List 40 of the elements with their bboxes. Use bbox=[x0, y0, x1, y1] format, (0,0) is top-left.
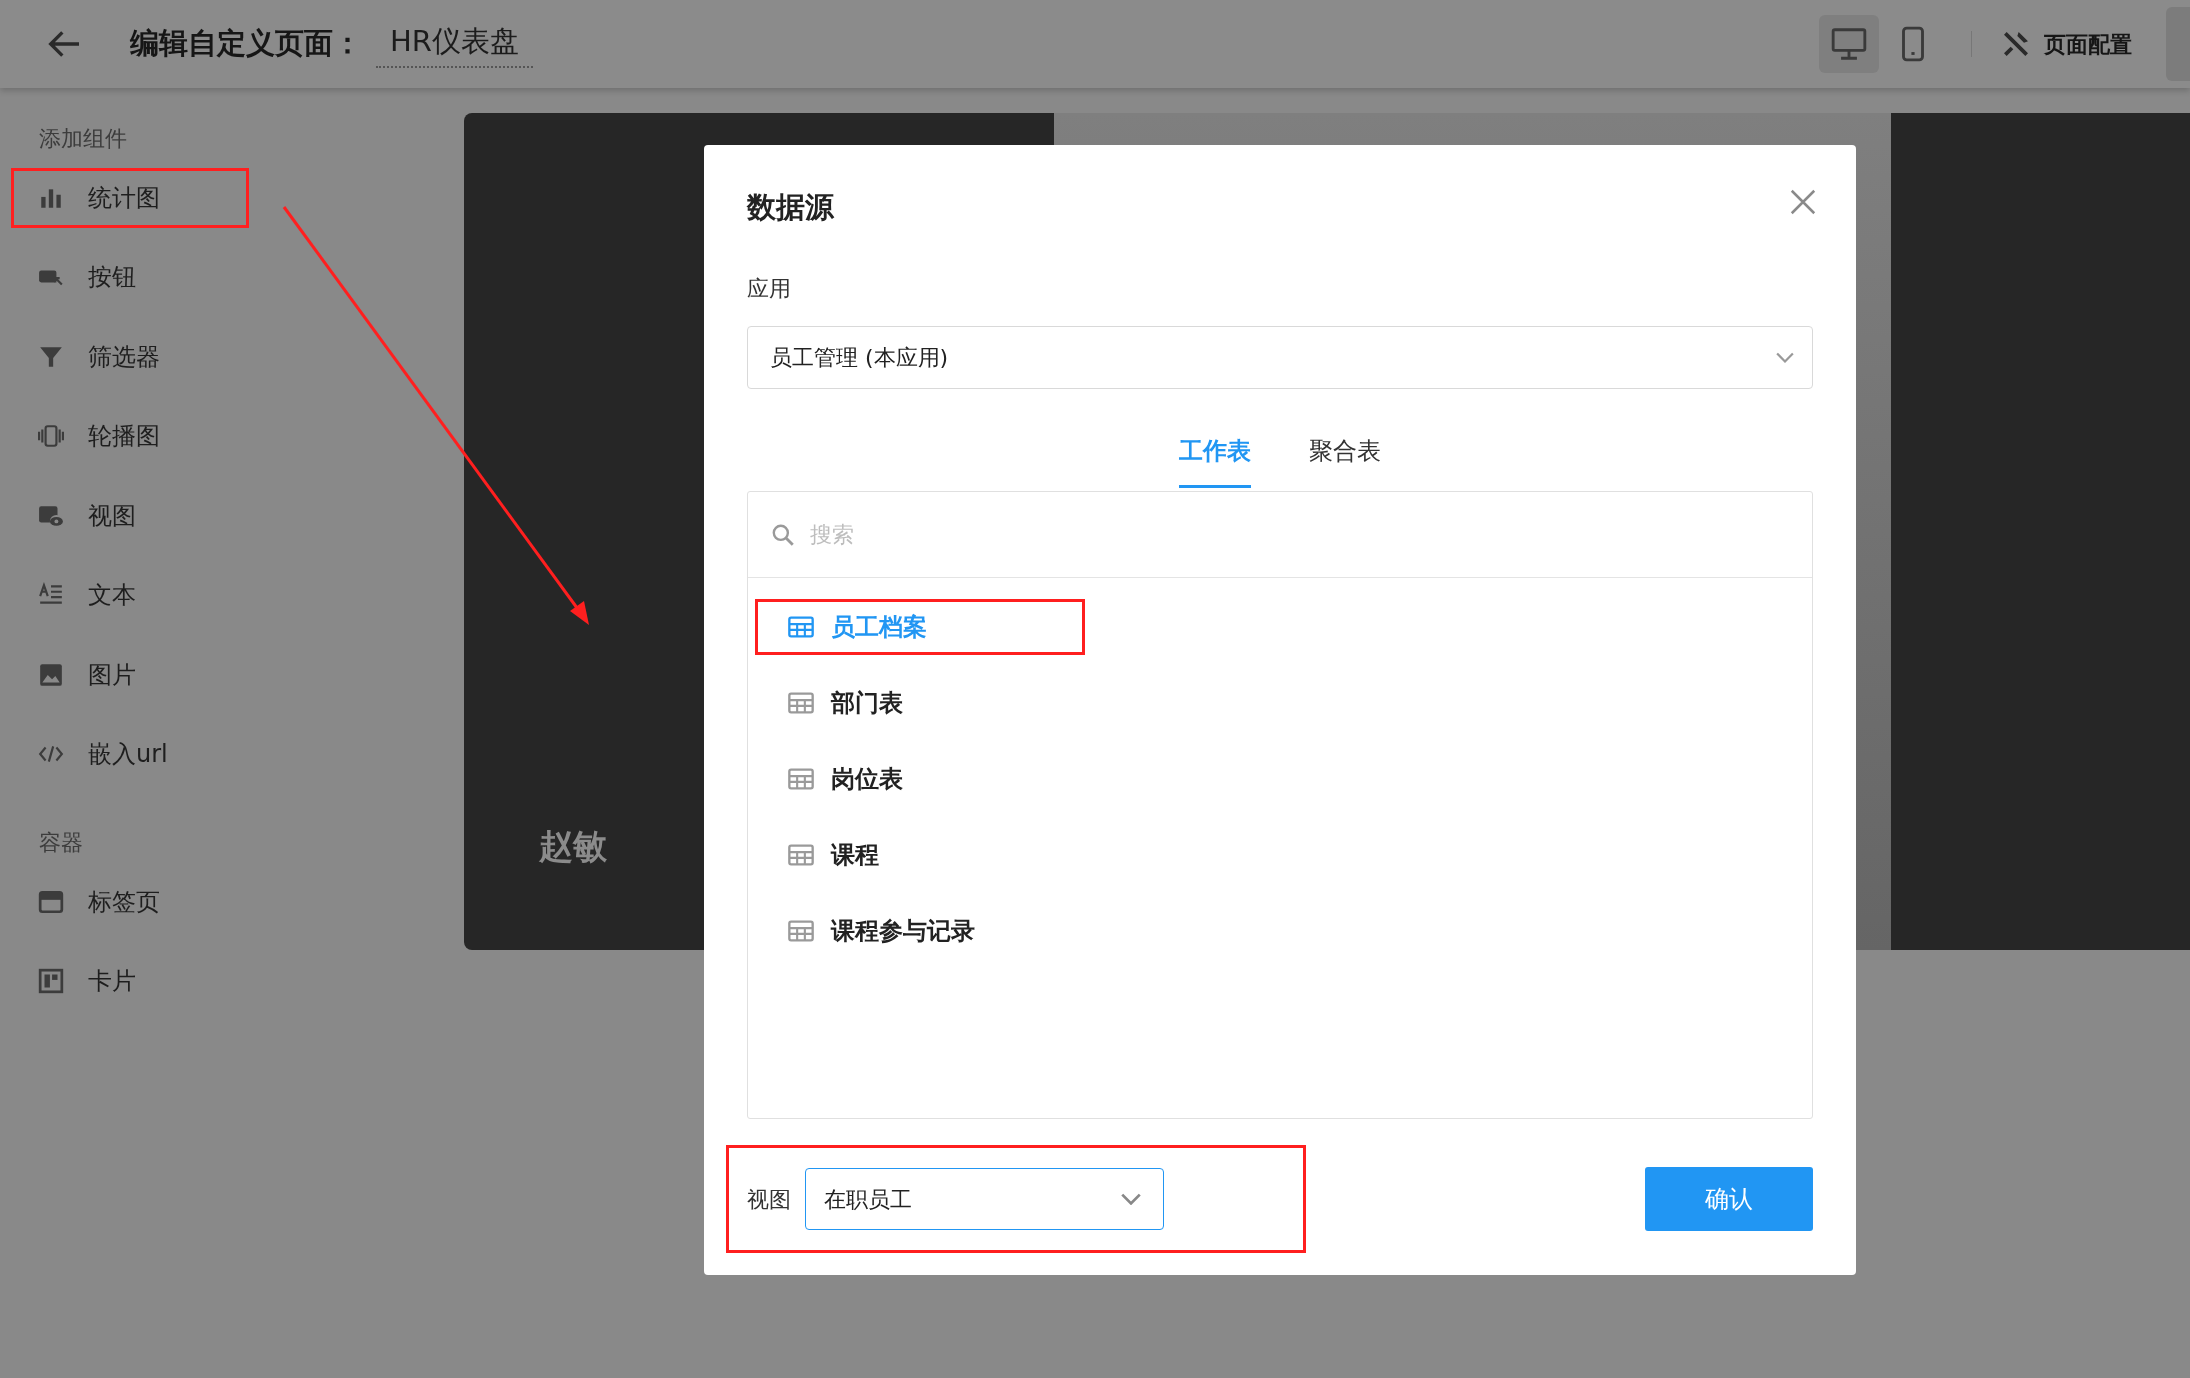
source-tab[interactable]: 聚合表 bbox=[1309, 416, 1381, 488]
component-item[interactable]: 标签页 bbox=[11, 871, 249, 932]
worksheet-item[interactable]: 员工档案 bbox=[755, 599, 1085, 655]
component-item[interactable]: 卡片 bbox=[11, 951, 249, 1012]
tabs-icon bbox=[38, 888, 64, 915]
section-heading: 添加组件 bbox=[38, 124, 128, 153]
component-item[interactable]: 文本 bbox=[11, 565, 249, 626]
app-label: 应用 bbox=[747, 274, 792, 303]
component-item[interactable]: 按钮 bbox=[11, 247, 249, 308]
component-item[interactable]: 统计图 bbox=[11, 167, 249, 228]
page-editor-title: 编辑自定义页面： bbox=[130, 25, 362, 63]
view-label: 视图 bbox=[747, 1185, 791, 1214]
image-icon bbox=[38, 661, 64, 688]
component-item[interactable]: 图片 bbox=[11, 644, 249, 705]
component-item[interactable]: 嵌入url bbox=[11, 724, 249, 785]
desktop-view-button[interactable] bbox=[1819, 15, 1879, 73]
canvas-caption: 赵敏 bbox=[539, 825, 607, 868]
desktop-icon bbox=[1830, 25, 1868, 63]
component-item[interactable]: 筛选器 bbox=[11, 326, 249, 387]
component-item[interactable]: 视图 bbox=[11, 485, 249, 546]
view-select[interactable]: 在职员工 bbox=[805, 1168, 1164, 1230]
select-value: 员工管理 (本应用) bbox=[770, 344, 949, 372]
source-tab[interactable]: 工作表 bbox=[1179, 416, 1251, 488]
chevron-down-icon bbox=[1776, 352, 1794, 363]
page-config-button[interactable]: 页面配置 bbox=[1994, 26, 2138, 62]
card-layout-icon bbox=[38, 968, 64, 995]
close-icon bbox=[1788, 187, 1818, 217]
carousel-icon bbox=[38, 423, 64, 450]
dialog-title: 数据源 bbox=[747, 189, 835, 227]
worksheet-item[interactable]: 部门表 bbox=[755, 675, 1085, 731]
select-value: 在职员工 bbox=[824, 1185, 912, 1214]
section-heading: 容器 bbox=[38, 828, 84, 857]
page-name-field[interactable]: HR仪表盘 bbox=[376, 20, 533, 68]
chevron-down-icon bbox=[1121, 1193, 1141, 1205]
worksheet-item[interactable]: 课程参与记录 bbox=[755, 903, 1085, 959]
confirm-button[interactable]: 确认 bbox=[1645, 1167, 1813, 1231]
worksheet-item[interactable]: 课程 bbox=[755, 827, 1085, 883]
component-item[interactable]: 轮播图 bbox=[11, 406, 249, 467]
worksheet-item[interactable]: 岗位表 bbox=[755, 751, 1085, 807]
app-select[interactable]: 员工管理 (本应用) bbox=[747, 326, 1813, 389]
